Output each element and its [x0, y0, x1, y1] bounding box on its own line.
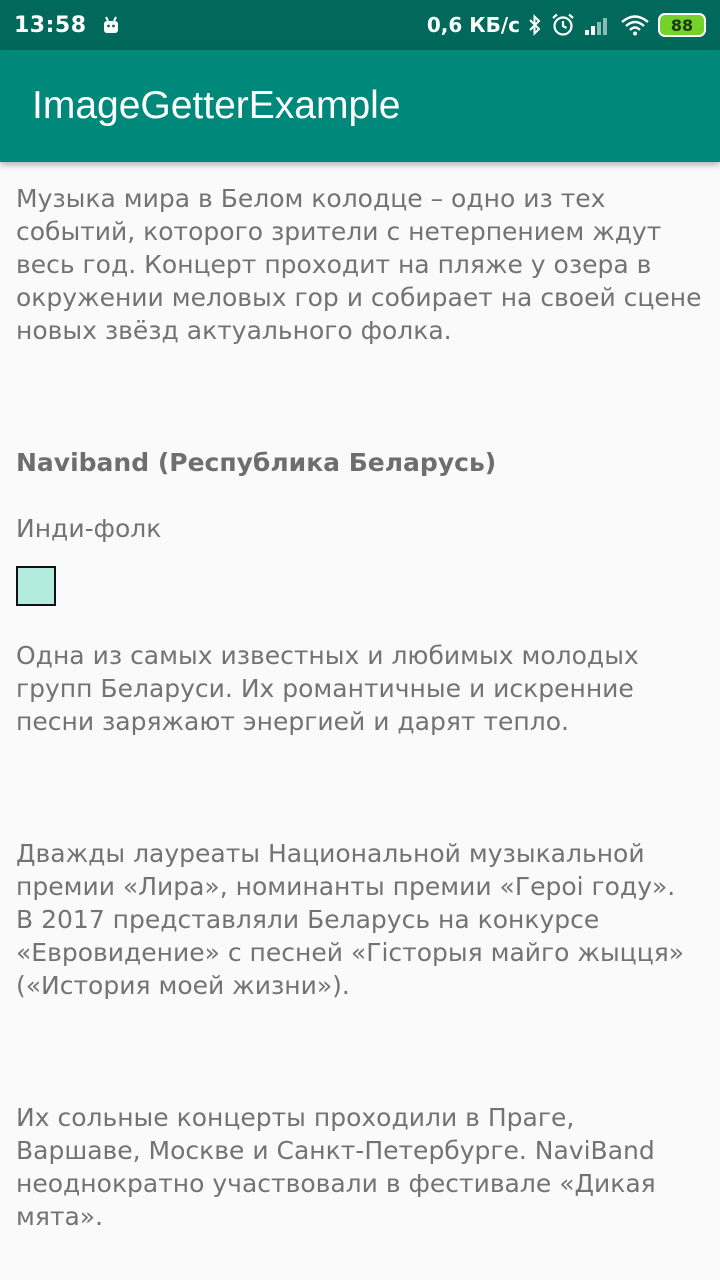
- app-title: ImageGetterExample: [32, 84, 401, 127]
- band-name: Naviband (Республика Беларусь): [16, 448, 497, 477]
- article-content: Музыка мира в Белом колодце – одно из те…: [16, 182, 706, 1233]
- wifi-icon: [620, 14, 650, 36]
- eurovision-paragraph: В 2017 представляли Беларусь на конкурсе…: [16, 905, 685, 1000]
- alarm-icon: [550, 12, 576, 38]
- app-bar: ImageGetterExample: [0, 50, 720, 162]
- status-time: 13:58: [14, 12, 87, 38]
- signal-icon: [584, 14, 612, 36]
- network-speed: 0,6 КБ/с: [426, 13, 520, 37]
- status-indicators: 0,6 КБ/с 88: [427, 12, 706, 38]
- genre-label: Инди-фолк: [16, 514, 162, 543]
- concerts-paragraph: Их сольные концерты проходили в Праге, В…: [16, 1103, 656, 1231]
- android-notification-icon: [101, 15, 121, 35]
- battery-level: 88: [660, 15, 704, 35]
- battery-icon: 88: [658, 13, 706, 37]
- band-image-placeholder: [16, 566, 56, 606]
- band-description-paragraph: Одна из самых известных и любимых молоды…: [16, 641, 639, 736]
- bluetooth-icon: [528, 13, 542, 37]
- awards-paragraph: Дважды лауреаты Национальной музыкальной…: [16, 839, 676, 901]
- status-bar: 13:58 0,6 КБ/с 88: [0, 0, 720, 50]
- intro-paragraph: Музыка мира в Белом колодце – одно из те…: [16, 184, 702, 345]
